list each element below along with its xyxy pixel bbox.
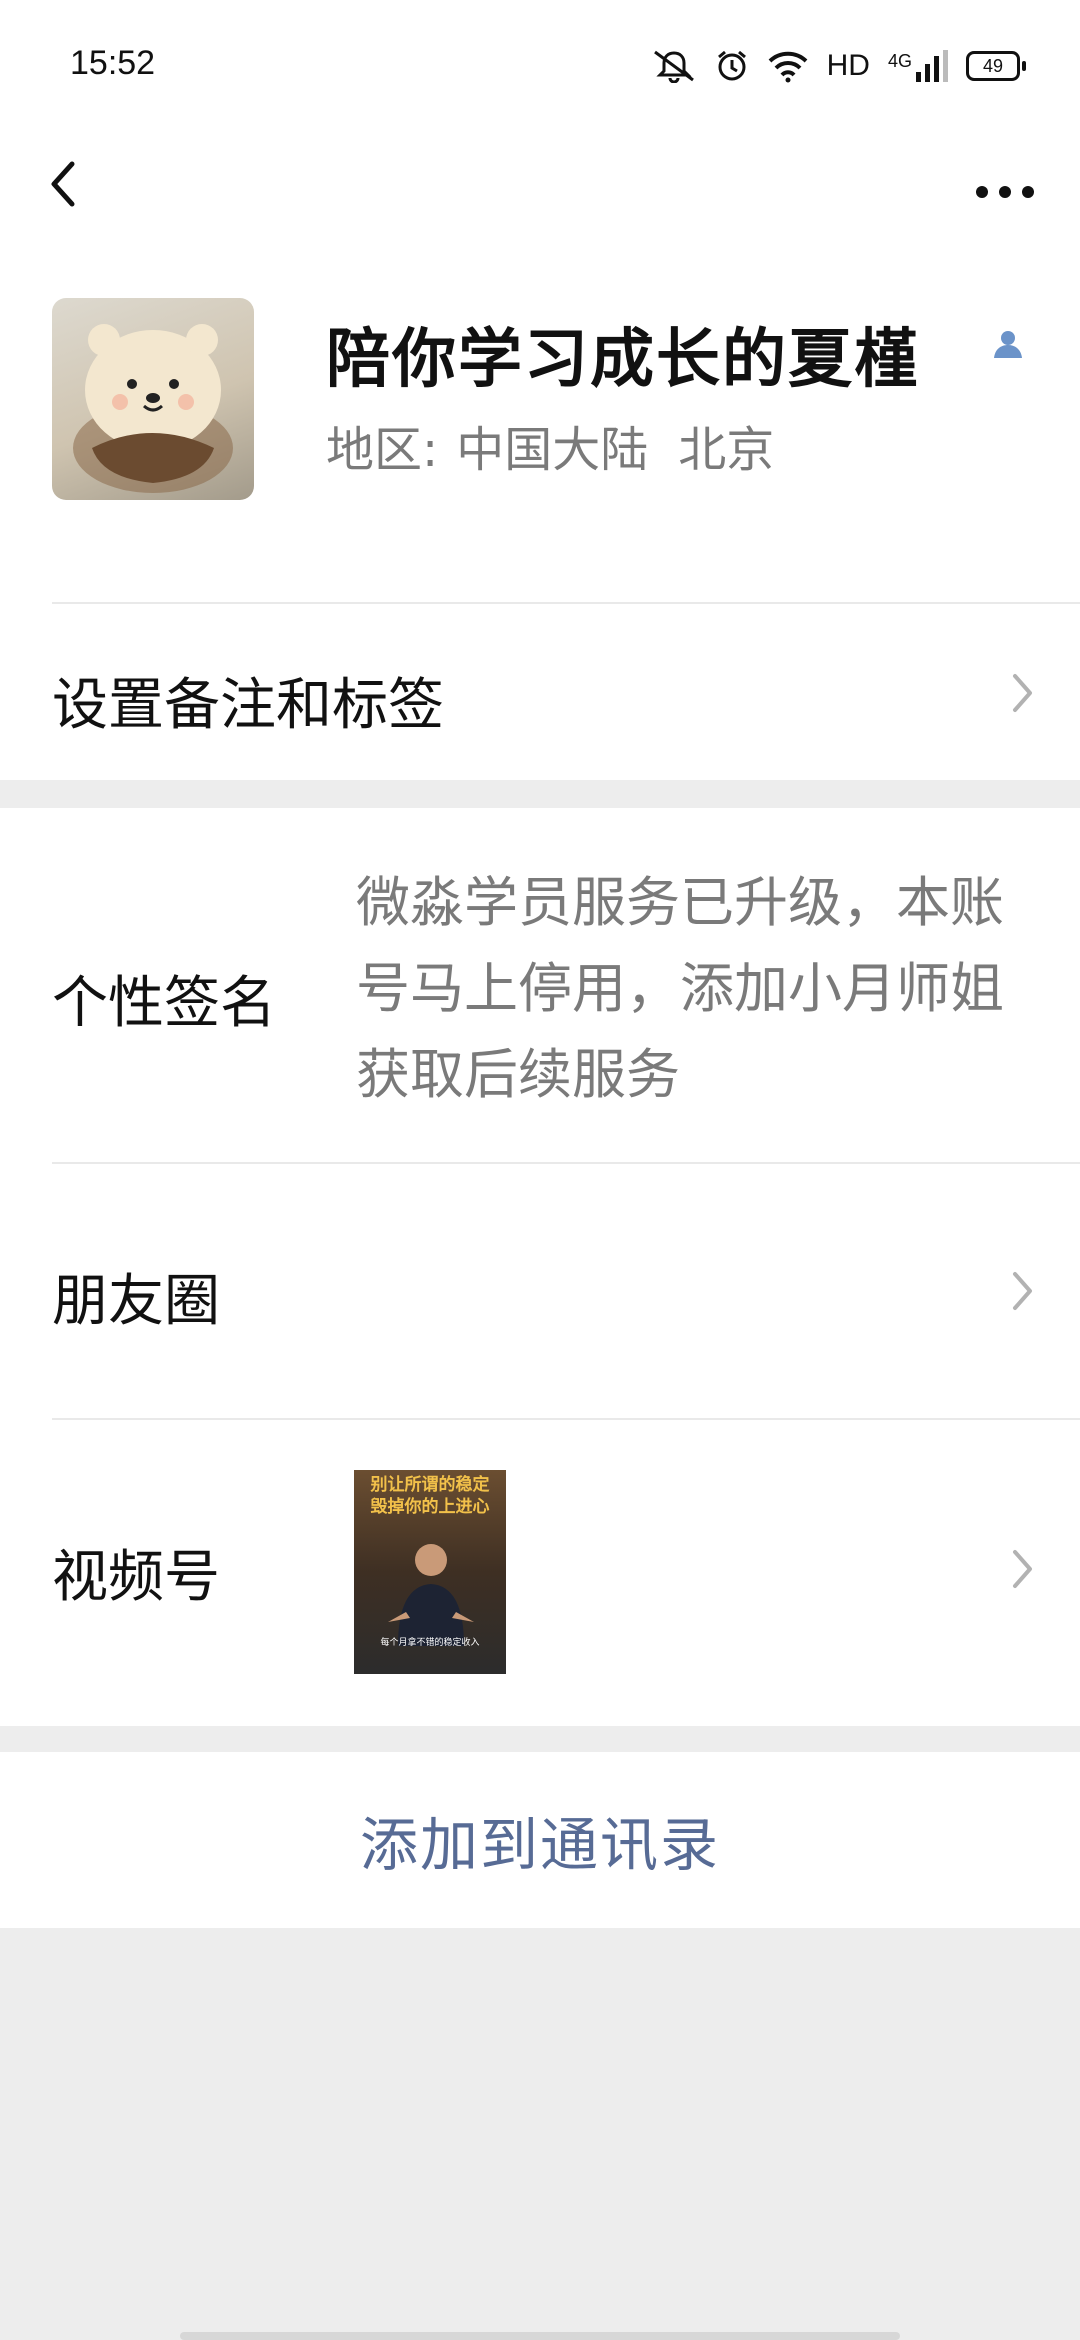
home-indicator[interactable] <box>180 2332 900 2340</box>
region-country: 中国大陆 <box>456 422 649 478</box>
thumb-title-line1: 别让所谓的稳定 <box>370 1475 490 1495</box>
nav-bar <box>0 130 1080 250</box>
person-image <box>388 1544 474 1646</box>
add-contact-section: 添加到通讯录 <box>0 1752 1080 1928</box>
signal-icon: 4G <box>888 50 948 82</box>
remark-tags-label: 设置备注和标签 <box>52 673 444 738</box>
profile-header: 陪你学习成长的夏槿 地区: 中国大陆 北京 <box>0 250 1080 604</box>
thumb-caption: 每个月拿不错的稳定收入 <box>380 1638 480 1648</box>
thumb-title: 别让所谓的稳定 毁掉你的上进心 <box>358 1474 502 1518</box>
moments-row[interactable]: 朋友圈 <box>0 1164 1080 1416</box>
signature-label: 个性签名 <box>52 971 276 1036</box>
signature-text: 微淼学员服务已升级，本账号马上停用，添加小月师姐获取后续服务 <box>356 871 1004 1106</box>
chevron-right-icon <box>1013 1272 1032 1310</box>
back-chevron-icon[interactable] <box>40 142 90 222</box>
remark-tags-row[interactable]: 设置备注和标签 <box>0 604 1080 780</box>
more-dots-icon[interactable] <box>970 150 1040 210</box>
region-city: 北京 <box>678 422 775 478</box>
alarm-icon <box>717 50 746 81</box>
region-label: 地区: <box>326 422 439 478</box>
add-to-contacts-button[interactable]: 添加到通讯录 <box>0 1752 1080 1928</box>
contact-name: 陪你学习成长的夏槿 <box>326 323 920 397</box>
status-bar: 15:52 HD 4G 49 <box>0 0 1080 130</box>
status-time: 15:52 <box>70 44 156 82</box>
chevron-right-icon <box>1013 674 1032 712</box>
hd-indicator: HD <box>826 49 870 82</box>
bear-avatar-image <box>73 324 233 493</box>
info-section: 个性签名 微淼学员服务已升级，本账号马上停用，添加小月师姐获取后续服务 朋友圈 … <box>0 808 1080 1726</box>
chevron-right-icon <box>1013 1550 1032 1588</box>
avatar[interactable] <box>52 298 254 500</box>
network-type: 4G <box>887 51 912 71</box>
thumb-title-line2: 毁掉你的上进心 <box>370 1497 490 1517</box>
region: 地区: 中国大陆 北京 <box>326 410 774 480</box>
channels-video-thumbnail[interactable]: 别让所谓的稳定 毁掉你的上进心 每个月拿不错的稳定收入 <box>354 1470 506 1674</box>
battery-icon: 49 <box>966 51 1026 81</box>
wifi-icon <box>768 51 808 83</box>
channels-label: 视频号 <box>52 1545 220 1610</box>
status-icons: HD 4G 49 <box>651 46 1026 86</box>
contact-person-icon <box>994 331 1022 358</box>
channels-row[interactable]: 视频号 <box>0 1420 1080 1726</box>
moments-label: 朋友圈 <box>52 1269 220 1334</box>
mute-bell-icon <box>653 50 694 83</box>
